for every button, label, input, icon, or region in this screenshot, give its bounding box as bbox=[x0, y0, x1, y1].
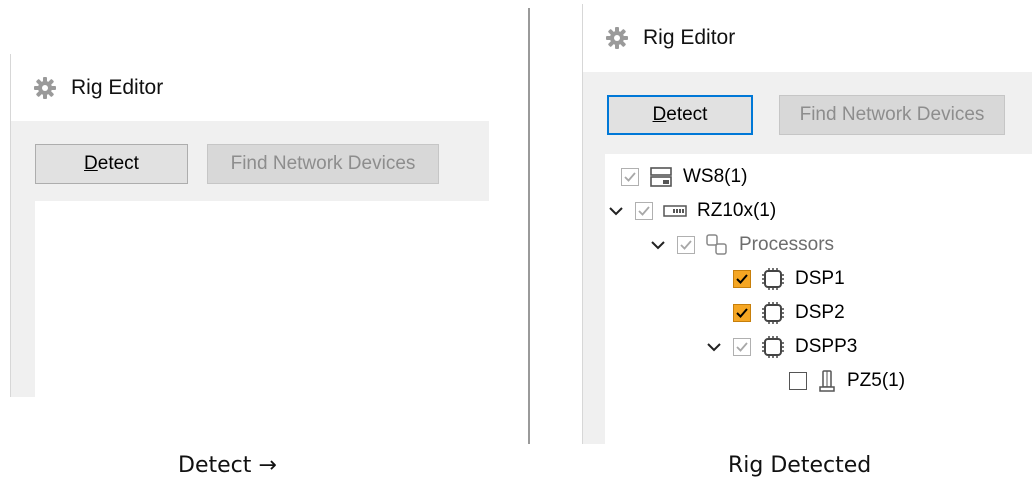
rig-editor-after-panel: Rig Editor Detect Find Network Devices W… bbox=[582, 4, 1032, 444]
processor-chip-icon bbox=[761, 335, 785, 359]
rack-device-icon bbox=[663, 204, 687, 218]
detect-label-rest: etect bbox=[97, 153, 139, 174]
tree-item-dsp1[interactable]: DSP1 bbox=[733, 262, 845, 296]
gear-icon bbox=[33, 76, 57, 100]
tree-item-label: WS8(1) bbox=[683, 166, 748, 187]
checkbox-dsp1[interactable] bbox=[733, 270, 751, 288]
detect-button[interactable]: Detect bbox=[35, 144, 188, 184]
window-title: Rig Editor bbox=[71, 75, 164, 99]
detect-label-rest: etect bbox=[666, 104, 708, 125]
titlebar: Rig Editor bbox=[11, 54, 489, 121]
checkbox-dsp2[interactable] bbox=[733, 304, 751, 322]
chevron-down-icon[interactable] bbox=[605, 200, 627, 222]
detect-accel-key: D bbox=[84, 153, 98, 174]
rig-editor-before-panel: Rig Editor Detect Find Network Devices bbox=[10, 54, 489, 397]
editor-body: Detect Find Network Devices WS8(1) RZ10x… bbox=[583, 72, 1032, 444]
checkbox-dspp3[interactable] bbox=[733, 338, 751, 356]
checkbox-rz10x[interactable] bbox=[635, 202, 653, 220]
find-network-devices-button[interactable]: Find Network Devices bbox=[779, 95, 1005, 135]
checkbox-ws8[interactable] bbox=[621, 168, 639, 186]
tree-item-rz10x[interactable]: RZ10x(1) bbox=[605, 194, 776, 228]
tree-item-dspp3[interactable]: DSPP3 bbox=[703, 330, 857, 364]
tree-item-label: DSPP3 bbox=[795, 336, 858, 357]
rig-tree-empty[interactable] bbox=[35, 201, 489, 397]
tree-item-processors[interactable]: Processors bbox=[647, 228, 834, 262]
window-title: Rig Editor bbox=[643, 26, 736, 49]
tree-item-label: PZ5(1) bbox=[847, 370, 906, 391]
divider bbox=[528, 8, 530, 444]
detect-accel-key: D bbox=[652, 104, 667, 125]
editor-body: Detect Find Network Devices bbox=[11, 121, 489, 397]
tree-item-ws8[interactable]: WS8(1) bbox=[621, 160, 747, 194]
checkbox-processors[interactable] bbox=[677, 236, 695, 254]
tree-item-label: RZ10x(1) bbox=[697, 200, 777, 221]
checkbox-pz5[interactable] bbox=[789, 372, 807, 390]
gear-icon bbox=[605, 26, 629, 50]
tree-item-label: Processors bbox=[739, 234, 835, 255]
chevron-down-icon[interactable] bbox=[703, 336, 725, 358]
tree-item-dsp2[interactable]: DSP2 bbox=[733, 296, 845, 330]
tree-item-label: DSP2 bbox=[795, 302, 845, 323]
caption-rig-detected: Rig Detected bbox=[728, 453, 872, 478]
processor-chip-icon bbox=[761, 267, 785, 291]
processors-group-icon bbox=[705, 233, 729, 257]
tree-item-label: DSP1 bbox=[795, 268, 845, 289]
titlebar: Rig Editor bbox=[583, 4, 1032, 72]
tree-item-pz5[interactable]: PZ5(1) bbox=[789, 364, 905, 398]
find-network-devices-button[interactable]: Find Network Devices bbox=[207, 144, 439, 184]
rig-tree: WS8(1) RZ10x(1) Processors DSP1 DSP2 DSP… bbox=[605, 154, 1032, 444]
processor-chip-icon bbox=[761, 301, 785, 325]
amplifier-icon bbox=[817, 369, 837, 393]
detect-button[interactable]: Detect bbox=[607, 95, 753, 135]
caption-detect: Detect → bbox=[178, 453, 277, 478]
workstation-icon bbox=[649, 166, 673, 188]
chevron-down-icon[interactable] bbox=[647, 234, 669, 256]
